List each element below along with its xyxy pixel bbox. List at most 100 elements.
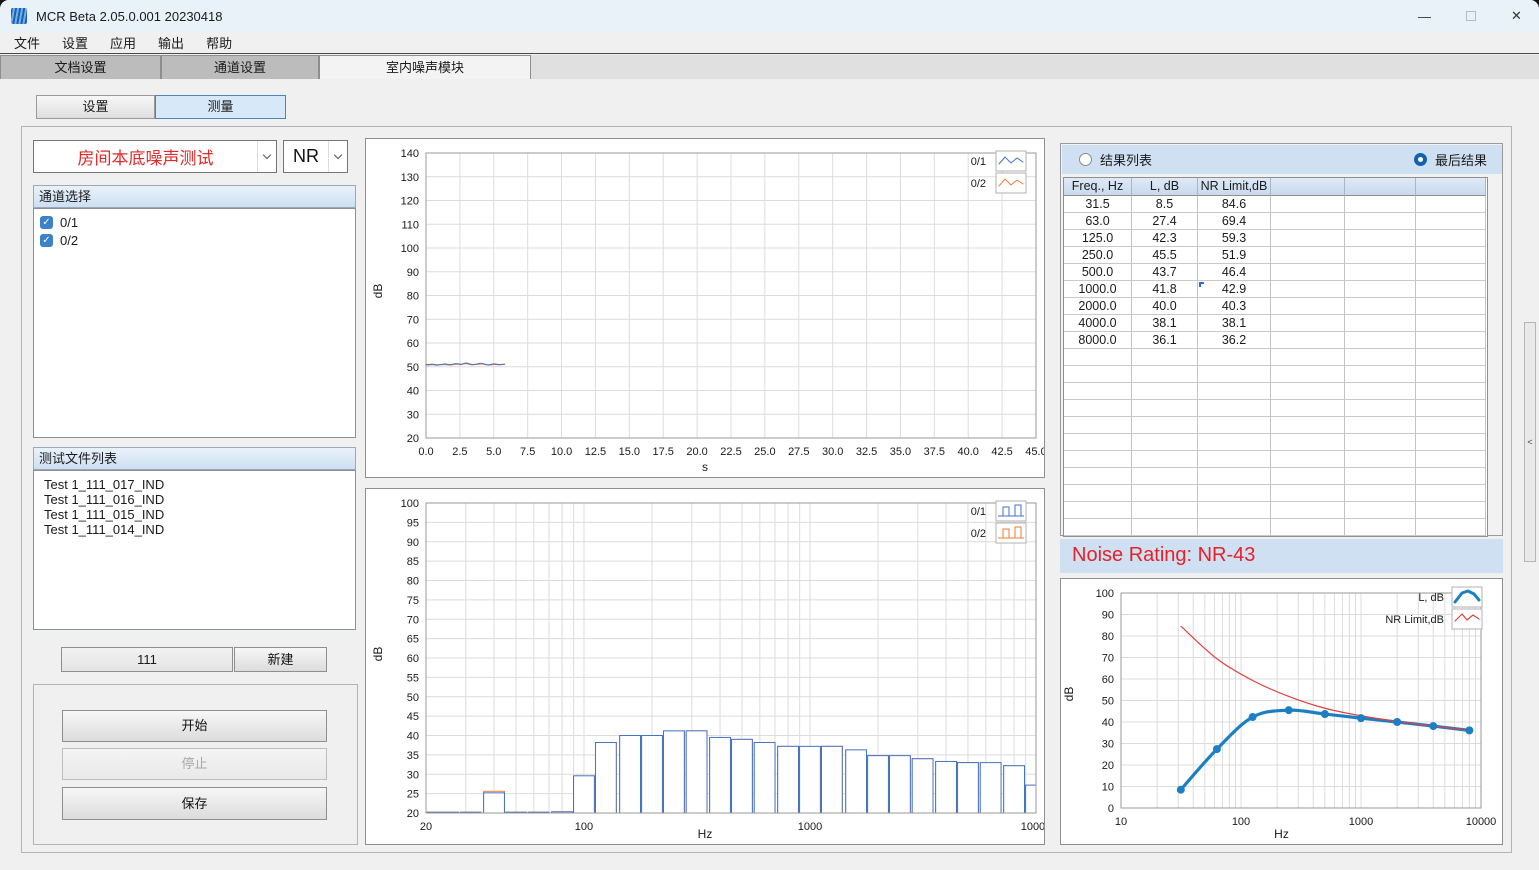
table-cell[interactable]	[1271, 400, 1345, 417]
table-cell[interactable]: 500.0	[1064, 264, 1132, 281]
table-cell[interactable]	[1416, 281, 1486, 298]
table-row[interactable]	[1064, 519, 1487, 536]
minimize-button[interactable]: —	[1402, 0, 1447, 32]
table-row[interactable]	[1064, 349, 1487, 366]
new-button[interactable]: 新建	[234, 647, 327, 672]
table-row[interactable]	[1064, 468, 1487, 485]
table-cell[interactable]	[1416, 213, 1486, 230]
radio-on-icon[interactable]	[1414, 153, 1427, 166]
table-cell[interactable]	[1345, 383, 1416, 400]
table-cell[interactable]	[1271, 349, 1345, 366]
table-cell[interactable]	[1416, 417, 1486, 434]
table-cell[interactable]	[1271, 230, 1345, 247]
table-cell[interactable]	[1198, 502, 1271, 519]
radio-off-icon[interactable]	[1079, 153, 1092, 166]
table-cell[interactable]: 42.3	[1132, 230, 1198, 247]
table-cell[interactable]	[1416, 247, 1486, 264]
table-row[interactable]: 31.58.584.6	[1064, 196, 1487, 213]
table-row[interactable]	[1064, 383, 1487, 400]
table-cell[interactable]	[1198, 400, 1271, 417]
table-cell[interactable]: 42.9	[1198, 281, 1271, 298]
table-cell[interactable]	[1416, 230, 1486, 247]
table-cell[interactable]	[1345, 366, 1416, 383]
table-cell[interactable]: 40.0	[1132, 298, 1198, 315]
table-cell[interactable]	[1271, 519, 1345, 536]
table-cell[interactable]	[1416, 315, 1486, 332]
table-cell[interactable]	[1198, 451, 1271, 468]
table-row[interactable]: 125.042.359.3	[1064, 230, 1487, 247]
table-cell[interactable]	[1271, 468, 1345, 485]
checkbox-checked-icon[interactable]: ✓	[40, 234, 53, 247]
table-cell[interactable]	[1345, 519, 1416, 536]
table-cell[interactable]	[1132, 485, 1198, 502]
table-cell[interactable]: 38.1	[1132, 315, 1198, 332]
table-cell[interactable]	[1198, 468, 1271, 485]
maximize-button[interactable]	[1448, 0, 1493, 32]
table-cell[interactable]	[1416, 366, 1486, 383]
table-cell[interactable]	[1345, 485, 1416, 502]
table-cell[interactable]	[1345, 281, 1416, 298]
table-row[interactable]	[1064, 434, 1487, 451]
table-row[interactable]: 4000.038.138.1	[1064, 315, 1487, 332]
table-cell[interactable]: 51.9	[1198, 247, 1271, 264]
table-cell[interactable]: 59.3	[1198, 230, 1271, 247]
tab-3[interactable]: 室内噪声模块	[319, 55, 531, 79]
table-cell[interactable]: 2000.0	[1064, 298, 1132, 315]
table-cell[interactable]: 8.5	[1132, 196, 1198, 213]
table-cell[interactable]	[1345, 434, 1416, 451]
table-cell[interactable]	[1271, 315, 1345, 332]
table-cell[interactable]	[1064, 519, 1132, 536]
table-cell[interactable]	[1345, 196, 1416, 213]
table-cell[interactable]	[1064, 502, 1132, 519]
table-cell[interactable]	[1064, 451, 1132, 468]
menu-item-5[interactable]: 帮助	[195, 31, 243, 54]
table-cell[interactable]	[1345, 332, 1416, 349]
table-row[interactable]	[1064, 400, 1487, 417]
table-cell[interactable]	[1271, 332, 1345, 349]
menu-item-4[interactable]: 输出	[147, 31, 195, 54]
table-cell[interactable]	[1064, 417, 1132, 434]
channel-item[interactable]: ✓0/2	[40, 231, 355, 249]
tab-1[interactable]: 文档设置	[0, 55, 161, 79]
table-cell[interactable]: 45.5	[1132, 247, 1198, 264]
table-cell[interactable]	[1198, 519, 1271, 536]
tab-settings[interactable]: 设置	[36, 95, 155, 119]
table-cell[interactable]	[1064, 434, 1132, 451]
table-cell[interactable]	[1132, 502, 1198, 519]
table-cell[interactable]	[1416, 519, 1486, 536]
table-cell[interactable]	[1132, 417, 1198, 434]
table-cell[interactable]	[1271, 196, 1345, 213]
table-cell[interactable]	[1132, 349, 1198, 366]
table-cell[interactable]	[1198, 434, 1271, 451]
menu-item-1[interactable]: 文件	[3, 31, 51, 54]
tab-2[interactable]: 通道设置	[161, 55, 319, 79]
table-row[interactable]	[1064, 417, 1487, 434]
table-cell[interactable]: 38.1	[1198, 315, 1271, 332]
table-cell[interactable]: 84.6	[1198, 196, 1271, 213]
result-list-radio[interactable]: 结果列表	[1079, 150, 1152, 169]
table-cell[interactable]	[1416, 383, 1486, 400]
table-cell[interactable]	[1271, 281, 1345, 298]
table-cell[interactable]	[1132, 451, 1198, 468]
table-cell[interactable]	[1271, 417, 1345, 434]
close-button[interactable]: ✕	[1494, 0, 1539, 32]
menu-item-2[interactable]: 设置	[51, 31, 99, 54]
table-cell[interactable]	[1132, 400, 1198, 417]
menu-item-3[interactable]: 应用	[99, 31, 147, 54]
table-cell[interactable]: 43.7	[1132, 264, 1198, 281]
table-cell[interactable]	[1345, 213, 1416, 230]
test-file-list[interactable]: Test 1_111_017_INDTest 1_111_016_INDTest…	[33, 470, 356, 630]
results-table[interactable]: Freq., HzL, dBNR Limit,dB31.58.584.663.0…	[1063, 177, 1488, 537]
test-type-combobox[interactable]: 房间本底噪声测试	[33, 140, 277, 173]
table-cell[interactable]	[1064, 400, 1132, 417]
table-cell[interactable]	[1132, 366, 1198, 383]
table-cell[interactable]	[1345, 315, 1416, 332]
table-cell[interactable]	[1345, 298, 1416, 315]
table-cell[interactable]	[1198, 383, 1271, 400]
table-cell[interactable]	[1416, 468, 1486, 485]
table-cell[interactable]: 27.4	[1132, 213, 1198, 230]
table-cell[interactable]	[1416, 332, 1486, 349]
table-row[interactable]	[1064, 502, 1487, 519]
table-cell[interactable]	[1198, 349, 1271, 366]
channel-list[interactable]: ✓0/1✓0/2	[33, 208, 356, 438]
